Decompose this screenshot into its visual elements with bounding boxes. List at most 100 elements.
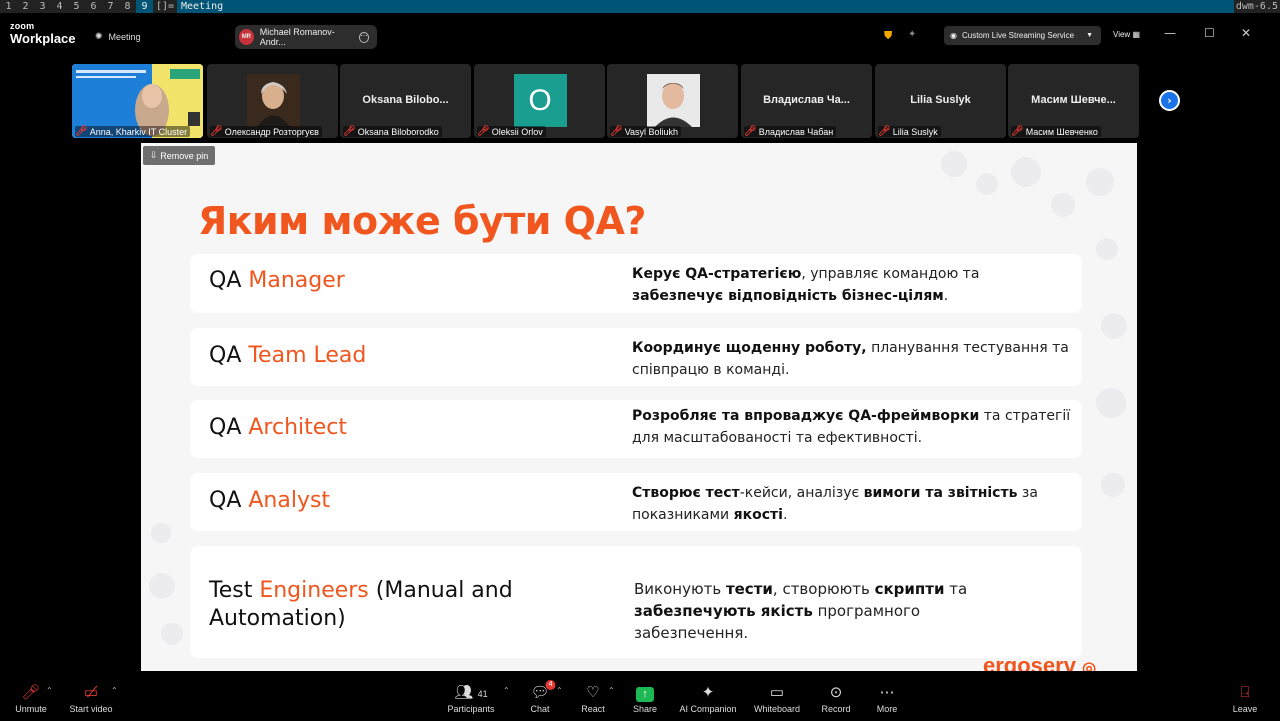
remove-pin-button[interactable]: ⇩ Remove pin [143, 146, 215, 165]
video-off-icon: ▭̸ [83, 684, 99, 701]
react-button[interactable]: ♡ React [581, 684, 605, 714]
meeting-info-button[interactable]: ✺ Meeting [95, 31, 141, 42]
dwm-layout-indicator[interactable]: []= [153, 0, 177, 13]
role-title: QA Architect [209, 415, 347, 440]
desc-run: . [943, 288, 949, 304]
dwm-tag-4[interactable]: 4 [51, 0, 68, 13]
more-button[interactable]: ⋯ More [877, 684, 898, 714]
grid-icon: ▦ [1132, 30, 1140, 39]
chat-button[interactable]: 💬︎ 4 Chat [530, 680, 556, 714]
participant-name: Lilia Suslyk [892, 126, 938, 137]
brand-text: ergoserv [983, 653, 1076, 671]
muted-mic-icon: 🎤︎ [878, 126, 891, 137]
dwm-window-title: Meeting [177, 0, 1280, 13]
share-button[interactable]: ↑ Share [633, 684, 657, 714]
desc-bold-run: тести [725, 580, 773, 598]
brand-sun-icon: ◎ [1082, 660, 1097, 671]
dwm-tag-1[interactable]: 1 [0, 0, 17, 13]
desc-bold-run: Створює тест [632, 485, 740, 501]
sharer-more-icon[interactable]: ⋯ [358, 31, 369, 43]
participant-name: Oleksii Orlov [491, 126, 543, 137]
leave-button[interactable]: ⍈ Leave [1233, 684, 1258, 714]
dwm-tag-7[interactable]: 7 [102, 0, 119, 13]
participant-display-name: Lilia Suslyk [910, 94, 971, 106]
close-icon[interactable]: ✕ [1241, 26, 1251, 40]
role-card: QA Architect Розробляє та впроваджує QA-… [190, 400, 1082, 458]
desc-run: , створюють [772, 580, 875, 598]
participant-name: Oksana Biloborodko [357, 126, 439, 137]
brand-logo: ergoserv ◎ [983, 653, 1096, 671]
unmute-button[interactable]: 🎤︎ Unmute [15, 684, 47, 714]
minimize-icon[interactable]: — [1164, 26, 1176, 40]
dwm-tag-3[interactable]: 3 [34, 0, 51, 13]
next-page-arrow-icon[interactable]: › [1159, 90, 1180, 111]
role-prefix: QA [209, 268, 249, 293]
participants-label: Participants [447, 704, 495, 714]
audio-options-chevron-icon[interactable]: ⌃ [46, 686, 53, 695]
participant-name: Олександр Розторгуєв [224, 126, 319, 137]
maximize-icon[interactable]: ☐ [1204, 26, 1215, 40]
zoom-workplace-logo: zoom Workplace [10, 22, 76, 46]
desc-bold-run: якості [733, 507, 783, 523]
participant-tile[interactable]: Владислав Ча... 🎤︎ Владислав Чабан [741, 64, 872, 138]
ai-sparkle-icon[interactable]: ✦ [908, 29, 916, 40]
dwm-tag-6[interactable]: 6 [85, 0, 102, 13]
participant-name: Vasyl Boliukh [624, 126, 679, 137]
dwm-tag-9[interactable]: 9 [136, 0, 153, 13]
participant-display-name: Oksana Bilobo... [362, 94, 449, 106]
role-prefix: QA [209, 488, 249, 513]
participant-tile[interactable]: Масим Шевче... 🎤︎ Масим Шевченко [1008, 64, 1139, 138]
whiteboard-label: Whiteboard [753, 704, 801, 714]
chat-unread-badge: 4 [545, 680, 556, 690]
dwm-tag-8[interactable]: 8 [119, 0, 136, 13]
muted-mic-icon: 🎤︎ [744, 126, 757, 137]
whiteboard-button[interactable]: ▭ Whiteboard [754, 684, 800, 714]
dwm-tag-2[interactable]: 2 [17, 0, 34, 13]
sharer-name: Michael Romanov-Andr... [259, 27, 335, 47]
desc-bold-run: забезпечують якість [634, 602, 813, 620]
screen-sharer-pill[interactable]: MR Michael Romanov-Andr... ⋯ [235, 25, 377, 49]
chat-chevron-icon[interactable]: ⌃ [556, 686, 563, 695]
muted-mic-icon: 🎤︎ [343, 126, 356, 137]
chat-icon: 💬︎ 4 [530, 680, 556, 704]
muted-mic-icon: 🎤︎ [477, 126, 490, 137]
shared-screen: ⇩ Remove pin Яким може бути QA? QA Manag… [141, 143, 1137, 671]
desc-bold-run: Координує щоденну роботу, [632, 340, 867, 356]
role-description: Виконують тести, створюють скрипти та за… [634, 578, 1014, 644]
desc-bold-run: Керує QA-стратегією [632, 266, 802, 282]
desc-bold-run: забезпечує відповідність бізнес-цілям [632, 288, 944, 304]
participant-tile[interactable]: 🎤︎ Олександр Розторгуєв [207, 64, 338, 138]
record-button[interactable]: ⊙ Record [821, 684, 850, 714]
sharer-avatar: MR [239, 29, 254, 45]
record-icon: ⊙ [829, 684, 843, 701]
desc-bold-run: Розробляє та впроваджує QA-фреймворки [632, 408, 980, 424]
desc-bold-run: скрипти [874, 580, 945, 598]
participant-tile[interactable]: O 🎤︎ Oleksii Orlov [474, 64, 605, 138]
role-accent: Manager [248, 268, 345, 293]
participant-tile[interactable]: 🎤︎ Vasyl Boliukh [607, 64, 738, 138]
leave-door-icon: ⍈ [1240, 684, 1250, 701]
participants-chevron-icon[interactable]: ⌃ [503, 686, 510, 695]
participants-button[interactable]: 👥︎ 41 Participants [447, 684, 494, 714]
participant-tile[interactable]: Lilia Suslyk 🎤︎ Lilia Suslyk [875, 64, 1006, 138]
react-chevron-icon[interactable]: ⌃ [608, 686, 615, 695]
slide-title: Яким може бути QA? [198, 199, 646, 243]
react-label: React [581, 704, 605, 714]
role-accent: Team Lead [248, 343, 367, 368]
desc-bold-run: вимоги та звітність [863, 485, 1018, 501]
view-button[interactable]: View ▦ [1113, 30, 1140, 39]
dwm-tag-5[interactable]: 5 [68, 0, 85, 13]
start-video-button[interactable]: ▭̸ Start video [69, 684, 112, 714]
live-streaming-dropdown[interactable]: ◉ Custom Live Streaming Service ▼ [944, 26, 1101, 45]
participant-tile[interactable]: Oksana Bilobo... 🎤︎ Oksana Biloborodko [340, 64, 471, 138]
leave-label: Leave [1232, 704, 1258, 714]
muted-mic-icon: 🎤︎ [1011, 126, 1024, 137]
role-card: QA Team Lead Координує щоденну роботу, п… [190, 328, 1082, 386]
participant-avatar: O [513, 74, 567, 127]
video-options-chevron-icon[interactable]: ⌃ [111, 686, 118, 695]
participant-tile[interactable]: 🎤︎ Anna, Kharkiv IT Cluster [72, 64, 203, 138]
participant-label: 🎤︎ Vasyl Boliukh [610, 126, 682, 137]
muted-mic-icon: 🎤︎ [21, 684, 41, 701]
ai-companion-button[interactable]: ✦ AI Companion [679, 684, 736, 714]
security-shield-icon[interactable]: ⛊ [884, 29, 892, 43]
